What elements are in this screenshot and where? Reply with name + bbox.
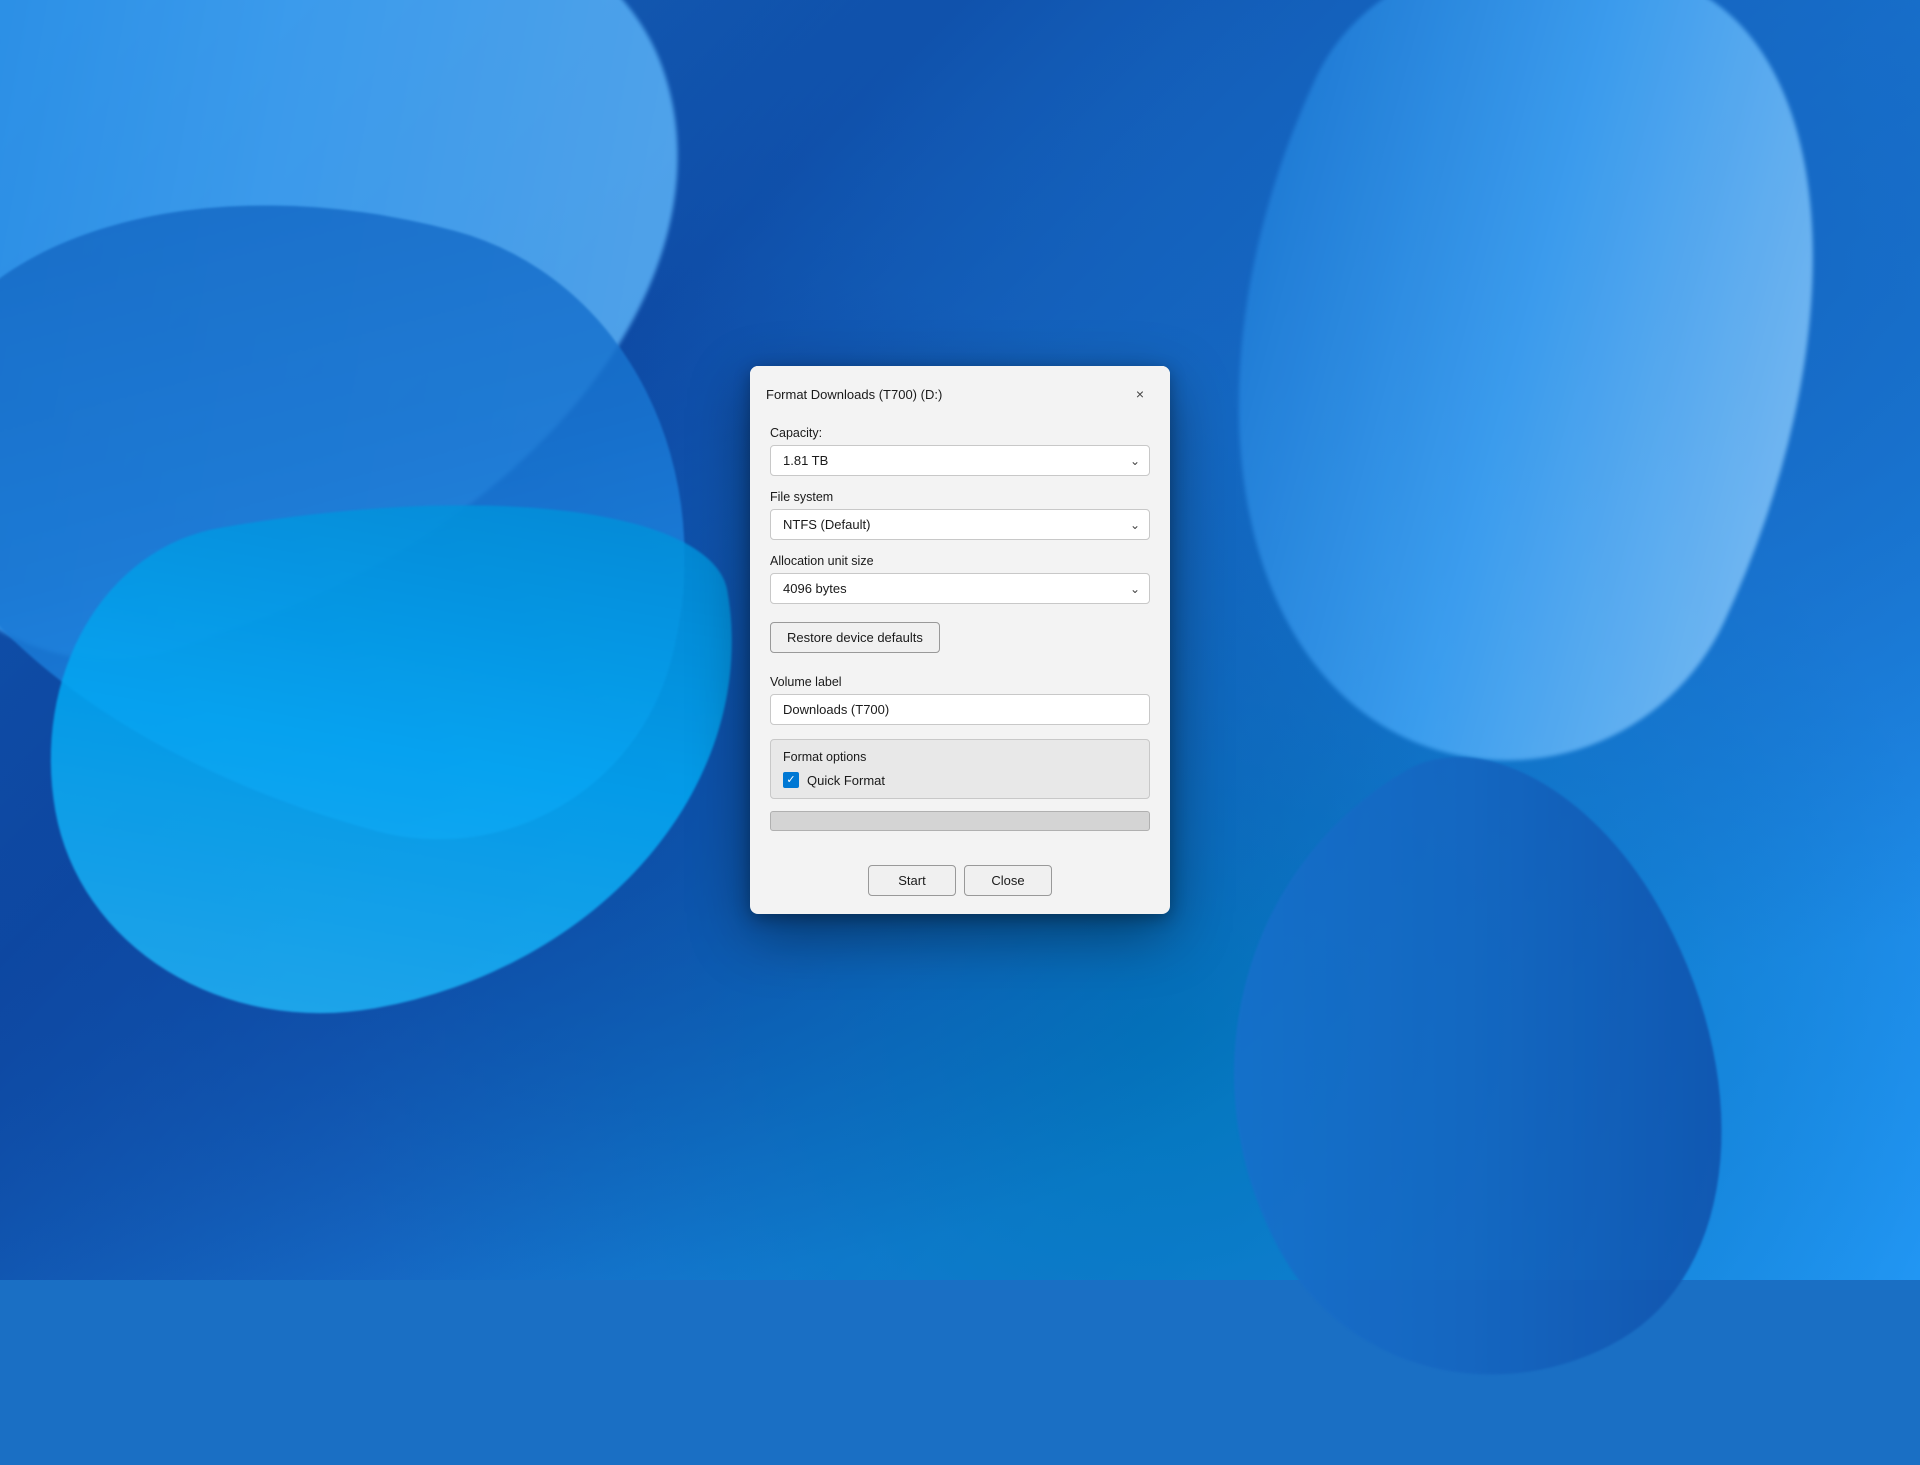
capacity-label: Capacity: bbox=[770, 426, 1150, 440]
progress-bar-track bbox=[770, 811, 1150, 831]
progress-area bbox=[770, 811, 1150, 831]
dialog-title: Format Downloads (T700) (D:) bbox=[766, 387, 942, 402]
capacity-dropdown[interactable]: 1.81 TB bbox=[770, 445, 1150, 476]
volume-label-group: Volume label bbox=[770, 675, 1150, 725]
dialog-footer: Start Close bbox=[750, 865, 1170, 914]
volume-label-label: Volume label bbox=[770, 675, 1150, 689]
capacity-dropdown-wrapper: 1.81 TB ⌄ bbox=[770, 445, 1150, 476]
start-button[interactable]: Start bbox=[868, 865, 956, 896]
capacity-group: Capacity: 1.81 TB ⌄ bbox=[770, 426, 1150, 476]
dialog-overlay: Format Downloads (T700) (D:) × Capacity:… bbox=[0, 0, 1920, 1280]
quick-format-checkbox[interactable]: ✓ bbox=[783, 772, 799, 788]
allocation-unit-label: Allocation unit size bbox=[770, 554, 1150, 568]
file-system-label: File system bbox=[770, 490, 1150, 504]
close-button-title[interactable]: × bbox=[1126, 380, 1154, 408]
dialog-content: Capacity: 1.81 TB ⌄ File system NTFS (De… bbox=[750, 418, 1170, 865]
format-options-box: Format options ✓ Quick Format bbox=[770, 739, 1150, 799]
format-dialog: Format Downloads (T700) (D:) × Capacity:… bbox=[750, 366, 1170, 914]
allocation-unit-group: Allocation unit size 512 bytes 1024 byte… bbox=[770, 554, 1150, 604]
file-system-dropdown-wrapper: NTFS (Default) FAT32 exFAT ⌄ bbox=[770, 509, 1150, 540]
restore-group: Restore device defaults bbox=[770, 618, 1150, 661]
format-options-title: Format options bbox=[783, 750, 1137, 764]
allocation-unit-dropdown-wrapper: 512 bytes 1024 bytes 2048 bytes 4096 byt… bbox=[770, 573, 1150, 604]
volume-label-input[interactable] bbox=[770, 694, 1150, 725]
checkmark-icon: ✓ bbox=[786, 775, 795, 786]
file-system-group: File system NTFS (Default) FAT32 exFAT ⌄ bbox=[770, 490, 1150, 540]
restore-defaults-button[interactable]: Restore device defaults bbox=[770, 622, 940, 653]
allocation-unit-dropdown[interactable]: 512 bytes 1024 bytes 2048 bytes 4096 byt… bbox=[770, 573, 1150, 604]
quick-format-row: ✓ Quick Format bbox=[783, 772, 1137, 788]
file-system-dropdown[interactable]: NTFS (Default) FAT32 exFAT bbox=[770, 509, 1150, 540]
close-button-footer[interactable]: Close bbox=[964, 865, 1052, 896]
title-bar: Format Downloads (T700) (D:) × bbox=[750, 366, 1170, 418]
quick-format-label: Quick Format bbox=[807, 773, 885, 788]
